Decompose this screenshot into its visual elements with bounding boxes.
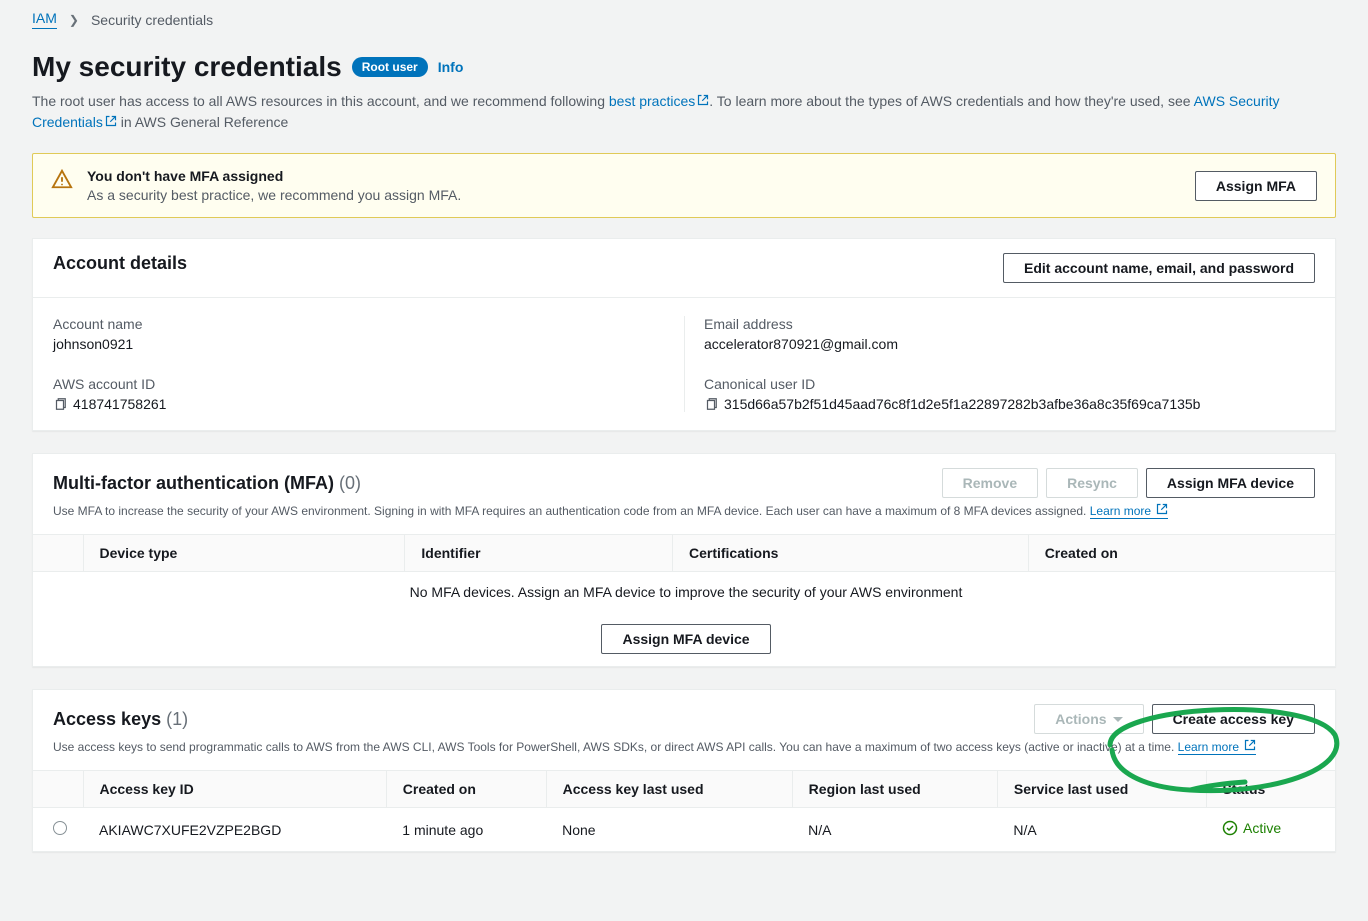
page-description: The root user has access to all AWS reso… [32,91,1336,133]
canonical-id-value: 315d66a57b2f51d45aad76c8f1d2e5f1a2289728… [724,396,1200,412]
account-id-value: 418741758261 [73,396,166,412]
page-title-text: My security credentials [32,51,342,83]
cell-last-used: None [546,808,792,852]
account-details-panel: Account details Edit account name, email… [32,238,1336,431]
copy-icon[interactable] [704,397,718,411]
assign-mfa-device-button[interactable]: Assign MFA device [1146,468,1315,498]
external-link-icon [105,115,117,127]
col-last-used: Access key last used [546,771,792,808]
col-created-on: Created on [1028,535,1335,572]
desc-text-2: . To learn more about the types of AWS c… [709,93,1193,109]
canonical-id-label: Canonical user ID [704,376,1315,392]
cell-created: 1 minute ago [386,808,546,852]
copy-icon[interactable] [53,397,67,411]
keys-learn-more-link[interactable]: Learn more [1178,740,1257,755]
account-name-label: Account name [53,316,664,332]
mfa-learn-more-link[interactable]: Learn more [1090,504,1169,519]
remove-mfa-button: Remove [942,468,1038,498]
info-link[interactable]: Info [438,59,464,75]
table-row: AKIAWC7XUFE2VZPE2BGD 1 minute ago None N… [33,808,1335,852]
account-id-label: AWS account ID [53,376,664,392]
resync-mfa-button: Resync [1046,468,1138,498]
account-name-value: johnson0921 [53,336,664,352]
mfa-panel: Multi-factor authentication (MFA) (0) Re… [32,453,1336,667]
access-keys-title: Access keys (1) [53,709,188,730]
email-value: accelerator870921@gmail.com [704,336,1315,352]
mfa-table: Device type Identifier Certifications Cr… [33,534,1335,666]
page-title: My security credentials Root user Info [32,51,463,83]
access-keys-table: Access key ID Created on Access key last… [33,770,1335,851]
breadcrumb-current: Security credentials [91,12,213,28]
col-certifications: Certifications [672,535,1028,572]
mfa-empty-message: No MFA devices. Assign an MFA device to … [33,572,1335,613]
breadcrumb-iam[interactable]: IAM [32,10,57,29]
caret-down-icon [1113,717,1123,722]
mfa-description: Use MFA to increase the security of your… [53,502,1168,520]
row-radio[interactable] [53,821,67,835]
assign-mfa-device-center-button[interactable]: Assign MFA device [601,624,770,654]
alert-title: You don't have MFA assigned [87,168,461,184]
create-access-key-button[interactable]: Create access key [1152,704,1315,734]
edit-account-button[interactable]: Edit account name, email, and password [1003,253,1315,283]
external-link-icon [1244,739,1256,751]
col-status: Status [1206,771,1335,808]
chevron-right-icon: ❯ [69,13,79,27]
check-circle-icon [1222,820,1238,836]
actions-dropdown: Actions [1034,704,1143,734]
desc-text-3: in AWS General Reference [117,114,288,130]
col-region: Region last used [792,771,997,808]
desc-text-1: The root user has access to all AWS reso… [32,93,609,109]
alert-text: As a security best practice, we recommen… [87,187,461,203]
access-keys-panel: Access keys (1) Actions Create access ke… [32,689,1336,852]
mfa-alert: You don't have MFA assigned As a securit… [32,153,1336,218]
best-practices-link[interactable]: best practices [609,93,709,109]
access-keys-description: Use access keys to send programmatic cal… [53,738,1256,756]
assign-mfa-button[interactable]: Assign MFA [1195,171,1317,201]
external-link-icon [697,94,709,106]
col-service: Service last used [997,771,1206,808]
cell-region: N/A [792,808,997,852]
col-device-type: Device type [83,535,405,572]
col-access-key-id: Access key ID [83,771,386,808]
breadcrumb: IAM ❯ Security credentials [32,10,1336,29]
warning-icon [51,168,73,193]
email-label: Email address [704,316,1315,332]
root-user-badge: Root user [352,57,428,77]
col-created-on: Created on [386,771,546,808]
status-badge: Active [1222,820,1281,836]
account-details-title: Account details [53,253,187,274]
external-link-icon [1156,503,1168,515]
mfa-title: Multi-factor authentication (MFA) (0) [53,473,361,494]
cell-service: N/A [997,808,1206,852]
cell-access-key-id: AKIAWC7XUFE2VZPE2BGD [83,808,386,852]
col-identifier: Identifier [405,535,673,572]
